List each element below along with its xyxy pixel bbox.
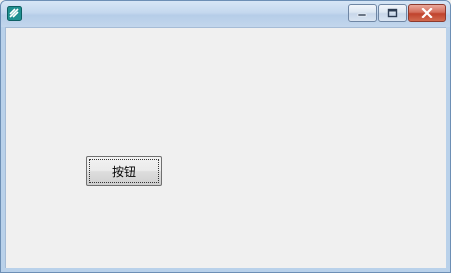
action-button-label: 按钮 xyxy=(111,164,136,179)
close-button[interactable] xyxy=(408,4,446,22)
minimize-icon xyxy=(357,13,367,17)
maximize-icon xyxy=(387,8,398,18)
action-button[interactable]: 按钮 xyxy=(86,156,162,186)
title-bar[interactable] xyxy=(1,1,450,27)
maximize-button[interactable] xyxy=(378,4,407,22)
app-icon[interactable] xyxy=(7,6,22,21)
client-area: 按钮 xyxy=(5,27,446,268)
app-window: 按钮 xyxy=(0,0,451,273)
minimize-button[interactable] xyxy=(348,4,377,22)
close-icon xyxy=(421,8,433,18)
